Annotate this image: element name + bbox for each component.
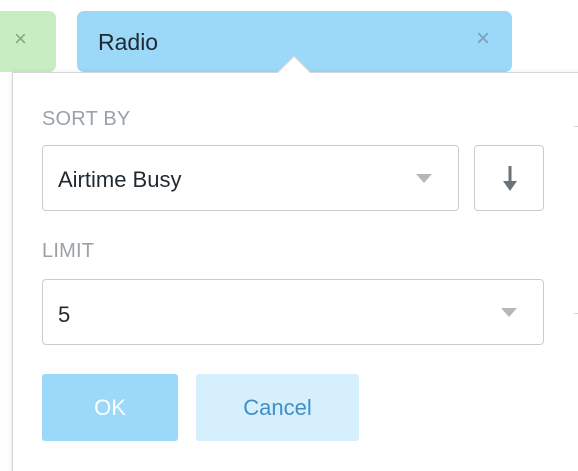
sort-by-label: SORT BY [42, 108, 131, 130]
filter-pill-previous[interactable]: × [0, 11, 56, 72]
chevron-down-icon [501, 308, 517, 317]
ok-button[interactable]: OK [42, 374, 178, 441]
chevron-down-icon [416, 174, 432, 183]
filter-pill-label: Radio [98, 29, 159, 55]
close-icon[interactable]: × [14, 28, 27, 50]
arrow-down-icon [503, 166, 517, 191]
close-icon[interactable]: × [476, 27, 490, 51]
sort-limit-popover-screen: × Radio × SORT BY Airtime Busy LIMIT 5 O… [0, 0, 578, 471]
sort-by-value: Airtime Busy [58, 167, 182, 192]
sort-by-select[interactable]: Airtime Busy [42, 145, 459, 211]
limit-select[interactable]: 5 [42, 279, 544, 345]
limit-label: LIMIT [42, 240, 95, 262]
cancel-button[interactable]: Cancel [196, 374, 359, 441]
background-divider [574, 313, 578, 314]
popover-arrow [277, 57, 311, 74]
background-divider [574, 126, 578, 127]
limit-value: 5 [58, 302, 71, 327]
sort-direction-button[interactable] [474, 145, 544, 211]
